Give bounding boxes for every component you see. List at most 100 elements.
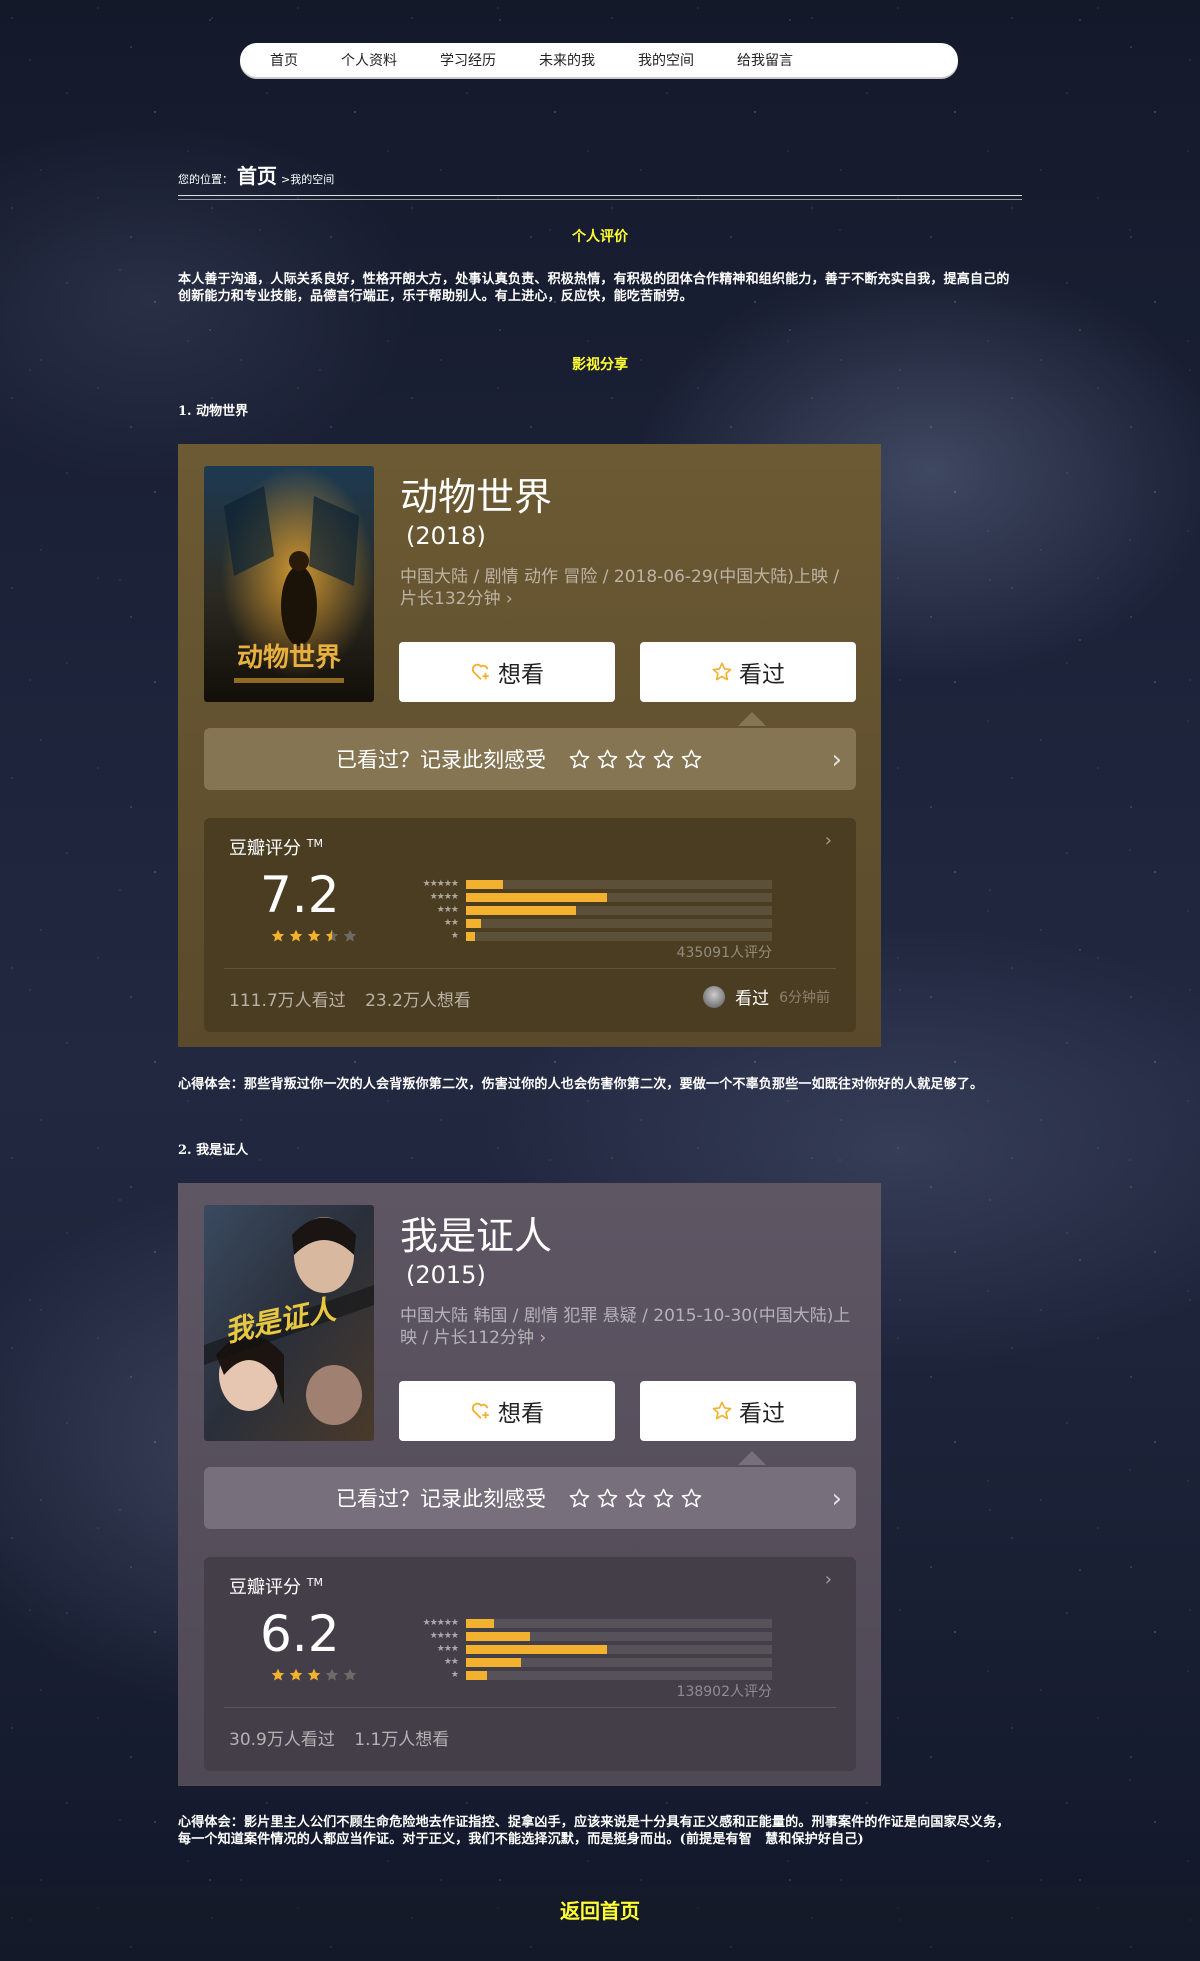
histogram-star-label: ★★★★★ xyxy=(422,879,459,889)
histogram-row: ★ xyxy=(396,930,772,942)
histogram-row: ★★★ xyxy=(396,904,772,916)
movie-2-review: 心得体会：影片里主人公们不顾生命危险地去作证指控、捉拿凶手，应该来说是十分具有正… xyxy=(178,1815,1010,1847)
histogram-star-label: ★★★ xyxy=(436,905,459,915)
activity-time: 6分钟前 xyxy=(779,989,830,1006)
chevron-right-icon: › xyxy=(824,1569,832,1590)
record-feeling-bar[interactable]: 已看过？记录此刻感受 › xyxy=(204,728,856,790)
histogram-bar xyxy=(466,1631,531,1641)
chevron-right-icon: › xyxy=(831,745,842,775)
nav-profile[interactable]: 个人资料 xyxy=(341,50,397,70)
want-to-watch-button[interactable]: 想看 xyxy=(399,642,615,702)
nav-home[interactable]: 首页 xyxy=(270,50,298,70)
histogram-star-label: ★★★★★ xyxy=(422,1618,459,1628)
divider xyxy=(224,1707,836,1708)
star-outline-icon[interactable] xyxy=(568,748,591,771)
top-nav: 首页 个人资料 学习经历 未来的我 我的空间 给我留言 xyxy=(240,43,958,77)
star-outline-icon[interactable] xyxy=(568,1487,591,1510)
seen-count: 30.9万人看过 xyxy=(229,1730,335,1750)
douban-rating-panel[interactable]: 豆瓣评分 TM › 7.2 ★★★★★ ★★★★ ★★★ ★★ ★ 435091人评分 … xyxy=(204,818,856,1032)
back-home-link[interactable]: 返回首页 xyxy=(0,1895,1200,1924)
breadcrumb-label: 您的位置： xyxy=(178,173,233,186)
rate-stars[interactable] xyxy=(568,1487,703,1510)
want-count: 1.1万人想看 xyxy=(354,1730,450,1750)
rating-stars xyxy=(270,928,358,944)
histogram-row: ★★★★ xyxy=(396,1630,772,1642)
histogram-star-label: ★ xyxy=(450,931,459,941)
pointer-notch xyxy=(738,712,766,726)
histogram-bar xyxy=(466,931,476,941)
movie-1-heading: 1. 动物世界 xyxy=(178,404,249,419)
histogram-track xyxy=(466,1644,772,1654)
star-outline-icon[interactable] xyxy=(624,748,647,771)
histogram-row: ★★★★ xyxy=(396,891,772,903)
seen-label: 看过 xyxy=(739,662,785,688)
histogram-track xyxy=(466,1618,772,1628)
histogram-track xyxy=(466,879,772,889)
want-label: 想看 xyxy=(498,662,544,688)
divider xyxy=(178,195,1022,200)
chevron-right-icon: › xyxy=(831,1484,842,1514)
histogram-track xyxy=(466,1631,772,1641)
watched-button[interactable]: 看过 xyxy=(640,642,856,702)
self-eval-title: 个人评价 xyxy=(572,229,628,245)
movie-poster[interactable]: 动物世界 xyxy=(204,466,374,702)
star-outline-icon xyxy=(712,1401,732,1420)
histogram-bar xyxy=(466,879,503,889)
star-outline-icon xyxy=(712,662,732,681)
watched-button[interactable]: 看过 xyxy=(640,1381,856,1441)
star-outline-icon[interactable] xyxy=(680,1487,703,1510)
rating-count: 435091人评分 xyxy=(676,945,772,961)
star-outline-icon[interactable] xyxy=(680,748,703,771)
rating-score: 7.2 xyxy=(260,866,340,924)
poster-title-text: 动物世界 xyxy=(237,643,341,673)
want-count: 23.2万人想看 xyxy=(365,991,471,1011)
rating-star-icon xyxy=(289,1668,303,1681)
histogram-bar xyxy=(466,1618,494,1628)
histogram-track xyxy=(466,931,772,941)
histogram-bar xyxy=(466,1644,607,1654)
histogram-track xyxy=(466,918,772,928)
movie-title: 我是证人 xyxy=(400,1214,553,1258)
want-label: 想看 xyxy=(498,1401,544,1427)
rating-label: 豆瓣评分 TM xyxy=(229,837,323,859)
nav-myspace[interactable]: 我的空间 xyxy=(638,50,694,70)
histogram-track xyxy=(466,892,772,902)
histogram-star-label: ★★ xyxy=(443,918,459,928)
star-outline-icon[interactable] xyxy=(596,748,619,771)
star-outline-icon[interactable] xyxy=(624,1487,647,1510)
movie-meta[interactable]: 中国大陆 / 剧情 动作 冒险 / 2018-06-29(中国大陆)上映 / 片… xyxy=(400,566,860,610)
nav-future[interactable]: 未来的我 xyxy=(539,50,595,70)
rating-star-icon xyxy=(343,929,357,942)
star-outline-icon[interactable] xyxy=(652,1487,675,1510)
rating-star-icon xyxy=(271,929,285,942)
heart-plus-icon xyxy=(471,1402,489,1419)
heart-plus-icon xyxy=(471,663,489,680)
avatar xyxy=(703,985,726,1008)
breadcrumb-home-link[interactable]: 首页 xyxy=(237,160,277,189)
movie-poster[interactable]: 我是证人 xyxy=(204,1205,374,1441)
star-outline-icon[interactable] xyxy=(652,748,675,771)
rate-stars[interactable] xyxy=(568,748,703,771)
histogram-star-label: ★★ xyxy=(443,1657,459,1667)
histogram-bar xyxy=(466,1670,488,1680)
breadcrumb-current: >我的空间 xyxy=(281,173,335,186)
histogram-row: ★★★★★ xyxy=(396,878,772,890)
want-to-watch-button[interactable]: 想看 xyxy=(399,1381,615,1441)
star-outline-icon[interactable] xyxy=(596,1487,619,1510)
douban-rating-panel[interactable]: 豆瓣评分 TM › 6.2 ★★★★★ ★★★★ ★★★ ★★ ★ 138902人评分 … xyxy=(204,1557,856,1771)
movie-meta[interactable]: 中国大陆 韩国 / 剧情 犯罪 悬疑 / 2015-10-30(中国大陆)上映 … xyxy=(400,1305,860,1349)
histogram-row: ★★ xyxy=(396,1656,772,1668)
rating-label: 豆瓣评分 TM xyxy=(229,1576,323,1598)
nav-message[interactable]: 给我留言 xyxy=(737,50,793,70)
rating-histogram: ★★★★★ ★★★★ ★★★ ★★ ★ xyxy=(396,1617,772,1682)
record-feeling-bar[interactable]: 已看过？记录此刻感受 › xyxy=(204,1467,856,1529)
nav-education[interactable]: 学习经历 xyxy=(440,50,496,70)
movie-card-2: 我是证人 我是证人 (2015) 中国大陆 韩国 / 剧情 犯罪 悬疑 / 20… xyxy=(178,1183,881,1786)
histogram-bar xyxy=(466,905,577,915)
histogram-star-label: ★★★★ xyxy=(429,1631,459,1641)
movie-year: (2015) xyxy=(406,1261,486,1289)
activity-label: 看过 xyxy=(735,989,770,1009)
friend-activity[interactable]: 看过 6分钟前 xyxy=(703,984,830,1009)
pointer-notch xyxy=(738,1451,766,1465)
record-label: 已看过？记录此刻感受 xyxy=(336,1487,546,1511)
